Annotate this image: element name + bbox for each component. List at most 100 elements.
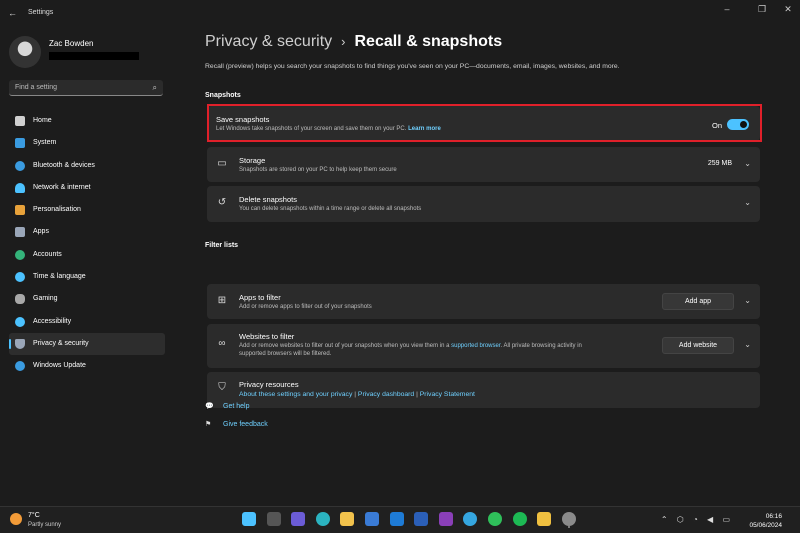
settings-icon[interactable] bbox=[561, 512, 576, 526]
sidebar-item-home[interactable]: Home bbox=[9, 110, 165, 132]
network-icon[interactable]: ⬡ bbox=[677, 515, 684, 524]
privacy-statement-link[interactable]: Privacy Statement bbox=[420, 391, 475, 398]
websites-subtitle-part-3: supported browsers will be filtered. bbox=[239, 351, 332, 357]
supported-browser-link[interactable]: supported browser bbox=[451, 343, 500, 349]
sidebar-item-windows-update[interactable]: Windows Update bbox=[9, 355, 165, 377]
get-help-label: Get help bbox=[223, 403, 250, 410]
sidebar-item-network[interactable]: Network & internet bbox=[9, 177, 165, 199]
add-app-button[interactable]: Add app bbox=[662, 293, 734, 310]
word-icon[interactable] bbox=[414, 512, 429, 526]
history-icon: ↺ bbox=[217, 197, 227, 208]
sidebar-item-label: Windows Update bbox=[33, 362, 86, 370]
chevron-down-icon[interactable]: ⌄ bbox=[744, 198, 751, 207]
onenote-icon[interactable] bbox=[438, 512, 453, 526]
chevron-down-icon[interactable]: ⌄ bbox=[744, 340, 751, 349]
add-website-button[interactable]: Add website bbox=[662, 337, 734, 354]
spotify-icon[interactable] bbox=[512, 512, 527, 526]
weather-icon bbox=[10, 513, 22, 525]
folder-icon[interactable] bbox=[340, 512, 355, 526]
volume-icon[interactable]: ◀ bbox=[707, 515, 713, 524]
battery-icon[interactable]: ▭ bbox=[722, 515, 730, 524]
chevron-down-icon[interactable]: ⌄ bbox=[744, 159, 751, 168]
sidebar-item-label: Time & language bbox=[33, 273, 86, 281]
update-icon bbox=[15, 361, 25, 372]
clock[interactable]: 06:16 05/06/2024 bbox=[749, 512, 782, 530]
sidebar-item-personalisation[interactable]: Personalisation bbox=[9, 199, 165, 221]
sidebar-item-bluetooth[interactable]: Bluetooth & devices bbox=[9, 155, 165, 177]
search-placeholder: Find a setting bbox=[15, 84, 58, 91]
sidebar-item-privacy-security[interactable]: Privacy & security bbox=[9, 332, 165, 356]
privacy-resources-title: Privacy resources bbox=[239, 380, 299, 389]
profile-name: Zac Bowden bbox=[49, 39, 94, 48]
sidebar-nav: Home System Bluetooth & devices Network … bbox=[9, 110, 165, 378]
websites-to-filter-title: Websites to filter bbox=[239, 332, 295, 341]
shield-icon bbox=[15, 338, 25, 349]
system-icon bbox=[15, 138, 25, 149]
get-help-link[interactable]: 💬 Get help bbox=[205, 402, 249, 410]
windows-start-icon[interactable] bbox=[242, 512, 256, 526]
wifi-icon[interactable]: ◔ bbox=[693, 515, 698, 524]
store-icon[interactable] bbox=[364, 512, 379, 526]
sidebar-item-accounts[interactable]: Accounts bbox=[9, 244, 165, 266]
give-feedback-link[interactable]: ⚑ Give feedback bbox=[205, 420, 268, 428]
controller-icon bbox=[15, 294, 25, 305]
delete-snapshots-card[interactable]: ↺ Delete snapshots You can delete snapsh… bbox=[207, 186, 760, 222]
sidebar-item-label: Accounts bbox=[33, 250, 62, 258]
system-tray: ⌃ ⬡ ◔ ◀ ▭ bbox=[654, 515, 730, 524]
photos-icon[interactable] bbox=[537, 512, 552, 526]
weather-temp: 7°C bbox=[28, 512, 40, 519]
sidebar-item-label: Apps bbox=[33, 228, 49, 236]
sidebar-item-label: Gaming bbox=[33, 295, 58, 303]
minimize-icon[interactable]: – bbox=[717, 4, 737, 14]
file-explorer-icon[interactable] bbox=[291, 512, 306, 526]
weather-condition: Partly sunny bbox=[28, 522, 62, 528]
breadcrumb-parent[interactable]: Privacy & security bbox=[205, 33, 332, 50]
storage-icon: ▭ bbox=[217, 158, 227, 169]
bluetooth-icon bbox=[15, 160, 25, 171]
sidebar-item-gaming[interactable]: Gaming bbox=[9, 288, 165, 310]
search-input[interactable]: Find a setting ⌕ bbox=[9, 80, 163, 96]
sidebar-item-time-language[interactable]: Time & language bbox=[9, 266, 165, 288]
storage-title: Storage bbox=[239, 156, 266, 165]
storage-card[interactable]: ▭ Storage Snapshots are stored on your P… bbox=[207, 147, 760, 182]
outlook-icon[interactable] bbox=[389, 512, 404, 526]
sidebar-item-system[interactable]: System bbox=[9, 132, 165, 154]
telegram-icon[interactable] bbox=[463, 512, 478, 526]
sidebar: Zac Bowden Find a setting ⌕ Home System … bbox=[0, 26, 172, 506]
avatar bbox=[9, 36, 41, 68]
privacy-resources-links: About these settings and your privacy | … bbox=[239, 391, 475, 398]
sidebar-item-apps[interactable]: Apps bbox=[9, 221, 165, 243]
feedback-icon: ⚑ bbox=[205, 421, 212, 428]
apps-icon: ⊞ bbox=[217, 295, 227, 306]
search-icon: ⌕ bbox=[152, 83, 157, 92]
privacy-dashboard-link[interactable]: Privacy dashboard bbox=[358, 391, 414, 398]
websites-subtitle-part-2: . All private browsing activity in bbox=[500, 343, 582, 349]
home-icon bbox=[15, 116, 25, 126]
apps-icon bbox=[15, 227, 25, 238]
sidebar-item-accessibility[interactable]: Accessibility bbox=[9, 311, 165, 333]
chevron-down-icon[interactable]: ⌄ bbox=[744, 296, 751, 305]
link-separator: | bbox=[354, 391, 357, 398]
back-arrow-icon[interactable]: ← bbox=[8, 8, 17, 18]
chevron-up-icon[interactable]: ⌃ bbox=[661, 515, 668, 524]
globe-icon bbox=[15, 272, 25, 283]
sidebar-item-label: Network & internet bbox=[33, 183, 91, 191]
snapshots-heading: Snapshots bbox=[205, 92, 241, 99]
sidebar-item-label: Privacy & security bbox=[33, 339, 89, 347]
about-privacy-link[interactable]: About these settings and your privacy bbox=[239, 391, 352, 398]
help-icon: 💬 bbox=[205, 403, 214, 410]
search-icon[interactable] bbox=[266, 512, 281, 526]
shield-icon: ⛉ bbox=[218, 382, 226, 393]
apps-to-filter-subtitle: Add or remove apps to filter out of your… bbox=[239, 304, 372, 310]
sidebar-item-label: Home bbox=[33, 117, 52, 124]
clock-time: 06:16 bbox=[765, 513, 782, 520]
sidebar-item-label: System bbox=[33, 139, 57, 147]
page-description: Recall (preview) helps you search your s… bbox=[205, 63, 620, 70]
storage-value: 259 MB bbox=[707, 160, 732, 167]
whatsapp-icon[interactable] bbox=[487, 512, 502, 526]
maximize-icon[interactable]: ❐ bbox=[752, 4, 772, 15]
close-icon[interactable]: ✕ bbox=[778, 4, 798, 15]
edge-icon[interactable] bbox=[315, 512, 330, 526]
apps-to-filter-title: Apps to filter bbox=[239, 293, 281, 302]
redacted-email bbox=[49, 52, 139, 60]
